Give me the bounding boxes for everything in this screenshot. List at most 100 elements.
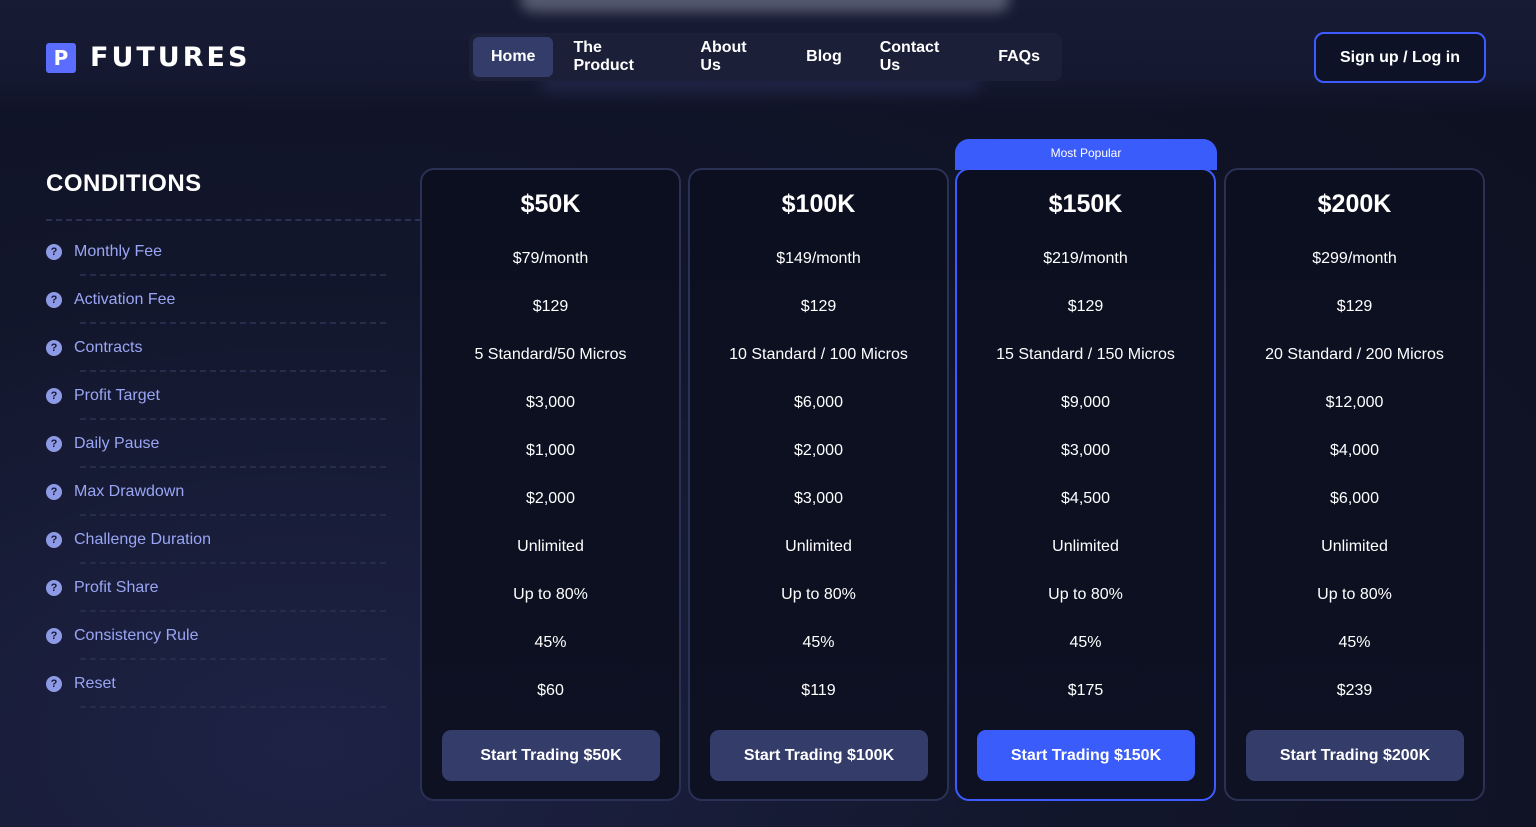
condition-row: ? Consistency Rule [46, 612, 386, 660]
condition-label: Monthly Fee [74, 243, 163, 260]
condition-row: ? Daily Pause [46, 420, 386, 468]
plan-value: $129 [1067, 298, 1104, 315]
plan-title: $100K [781, 190, 856, 218]
plan-value: Up to 80% [513, 586, 588, 603]
plan-value: 5 Standard/50 Micros [474, 346, 627, 363]
brand-logo[interactable]: P FUTURES [46, 42, 250, 73]
plan-values: $299/month $129 20 Standard / 200 Micros $1… [1226, 235, 1483, 715]
blurred-banner [520, 0, 1010, 12]
condition-row: ? Monthly Fee [46, 228, 386, 276]
plan-value: Unlimited [1321, 538, 1388, 555]
plan-values: $79/month $129 5 Standard/50 Micros $3,000 $… [422, 235, 679, 715]
condition-row: ? Profit Target [46, 372, 386, 420]
question-circle-icon[interactable]: ? [46, 436, 62, 452]
condition-row: ? Profit Share [46, 564, 386, 612]
question-circle-icon[interactable]: ? [46, 244, 62, 260]
nav-item-blog[interactable]: Blog [788, 37, 860, 77]
plan-value: 20 Standard / 200 Micros [1265, 346, 1444, 363]
plan-value: $3,000 [526, 394, 575, 411]
condition-label: Challenge Duration [74, 531, 211, 548]
question-circle-icon[interactable]: ? [46, 388, 62, 404]
plan-value: 10 Standard / 100 Micros [729, 346, 908, 363]
plan-values: $149/month $129 10 Standard / 100 Micros $6… [690, 235, 947, 715]
plan-value: Unlimited [517, 538, 584, 555]
plan-card-100k: $100K $149/month $129 10 Standard / 100 Mi… [688, 168, 949, 801]
plan-value: $9,000 [1061, 394, 1110, 411]
condition-label: Max Drawdown [74, 483, 185, 500]
plan-value: $2,000 [526, 490, 575, 507]
conditions-list: CONDITIONS ? Monthly Fee? Activation Fee? C… [46, 170, 421, 708]
plan-value: Up to 80% [1317, 586, 1392, 603]
plan-value: Up to 80% [781, 586, 856, 603]
plan-value: $175 [1067, 682, 1104, 699]
condition-label: Daily Pause [74, 435, 160, 452]
start-trading-100k-button[interactable]: Start Trading $100K [710, 730, 928, 781]
plan-value: Unlimited [1052, 538, 1119, 555]
question-circle-icon[interactable]: ? [46, 484, 62, 500]
plan-value: $2,000 [794, 442, 843, 459]
plan-value: $1,000 [526, 442, 575, 459]
question-circle-icon[interactable]: ? [46, 676, 62, 692]
condition-row: ? Challenge Duration [46, 516, 386, 564]
plan-value: $6,000 [794, 394, 843, 411]
plan-card-200k: $200K $299/month $129 20 Standard / 200 Mi… [1224, 168, 1485, 801]
nav-item-faqs[interactable]: FAQs [980, 37, 1058, 77]
plan-value: $6,000 [1330, 490, 1379, 507]
plan-value: 45% [534, 634, 567, 651]
divider [46, 219, 421, 221]
plan-value: $129 [1336, 298, 1373, 315]
question-circle-icon[interactable]: ? [46, 340, 62, 356]
question-circle-icon[interactable]: ? [46, 628, 62, 644]
conditions-title: CONDITIONS [46, 170, 202, 197]
plan-value: $4,500 [1061, 490, 1110, 507]
plan-value: 45% [802, 634, 835, 651]
plan-value: $129 [800, 298, 837, 315]
condition-label: Consistency Rule [74, 627, 199, 644]
conditions-rows: ? Monthly Fee? Activation Fee? Contracts? Pr… [46, 228, 386, 708]
plan-values: $219/month $129 15 Standard / 150 Micros $9… [957, 235, 1214, 715]
condition-row: ? Max Drawdown [46, 468, 386, 516]
condition-label: Profit Share [74, 579, 159, 596]
plan-value: $4,000 [1330, 442, 1379, 459]
plan-value: Unlimited [785, 538, 852, 555]
main-nav: Home The Product About Us Blog Contact U… [469, 33, 1062, 81]
plan-value: $3,000 [1061, 442, 1110, 459]
nav-item-home[interactable]: Home [473, 37, 554, 77]
condition-row: ? Activation Fee [46, 276, 386, 324]
condition-row: ? Contracts [46, 324, 386, 372]
logo-mark-icon: P [46, 42, 76, 73]
question-circle-icon[interactable]: ? [46, 532, 62, 548]
plan-card-150k: $150K $219/month $129 15 Standard / 150 Mi… [955, 168, 1216, 801]
plan-value: 45% [1338, 634, 1371, 651]
condition-label: Reset [74, 675, 116, 692]
plan-value: 45% [1069, 634, 1102, 651]
plan-value: $3,000 [794, 490, 843, 507]
plan-title: $200K [1317, 190, 1392, 218]
start-trading-150k-button[interactable]: Start Trading $150K [977, 730, 1195, 781]
brand-name: FUTURES [90, 42, 251, 73]
nav-item-about-us[interactable]: About Us [682, 37, 786, 77]
plan-value: $79/month [512, 250, 589, 267]
question-circle-icon[interactable]: ? [46, 580, 62, 596]
plan-title: $150K [1048, 190, 1123, 218]
nav-item-contact-us[interactable]: Contact Us [862, 37, 978, 77]
nav-item-the-product[interactable]: The Product [555, 37, 680, 77]
question-circle-icon[interactable]: ? [46, 292, 62, 308]
plan-value: 15 Standard / 150 Micros [996, 346, 1175, 363]
plan-value: Up to 80% [1048, 586, 1123, 603]
start-trading-200k-button[interactable]: Start Trading $200K [1246, 730, 1464, 781]
plan-value: $12,000 [1325, 394, 1384, 411]
plan-value: $299/month [1312, 250, 1397, 267]
signup-login-button[interactable]: Sign up / Log in [1314, 32, 1486, 83]
condition-label: Profit Target [74, 387, 160, 404]
start-trading-50k-button[interactable]: Start Trading $50K [442, 730, 660, 781]
plan-value: $149/month [776, 250, 861, 267]
condition-row: ? Reset [46, 660, 386, 708]
plan-value: $129 [532, 298, 569, 315]
plan-title: $50K [520, 190, 581, 218]
condition-label: Contracts [74, 339, 143, 356]
plan-value: $119 [801, 682, 836, 699]
plan-card-50k: $50K $79/month $129 5 Standard/50 Micros $3… [420, 168, 681, 801]
condition-label: Activation Fee [74, 291, 176, 308]
plan-value: $60 [537, 682, 564, 699]
